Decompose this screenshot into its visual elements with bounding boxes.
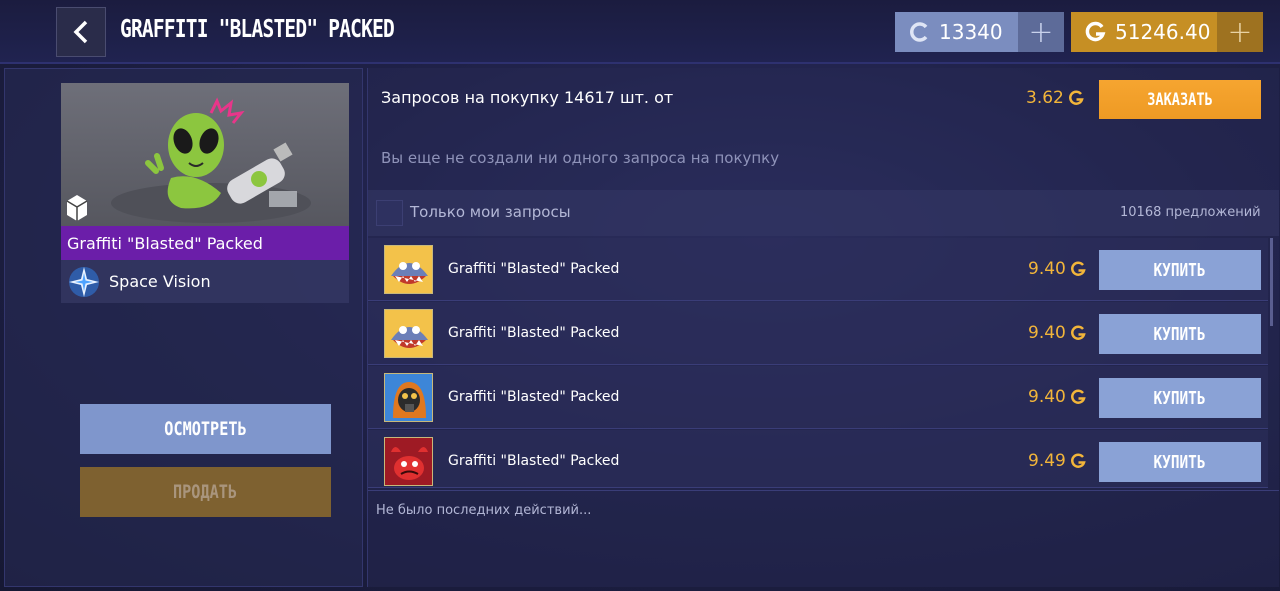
listings-scrollbar[interactable] — [1270, 238, 1273, 326]
gold-currency: 51246.40 + — [1071, 12, 1263, 52]
sell-button[interactable]: ПРОДАТЬ — [80, 467, 331, 517]
gold-coin-icon — [1070, 261, 1086, 276]
buy-button[interactable]: КУПИТЬ — [1099, 442, 1261, 482]
red-crab-icon — [385, 438, 432, 485]
recent-activity: Не было последних действий... — [376, 503, 592, 518]
space-vision-star-icon — [69, 266, 99, 297]
shark-monster-icon — [385, 310, 432, 357]
buy-orders-summary: Запросов на покупку 14617 шт. от — [381, 88, 674, 107]
silver-currency: 13340 + — [895, 12, 1064, 52]
lowest-order-price: 3.62 — [1026, 88, 1084, 108]
silver-balance: 13340 — [939, 20, 1003, 44]
gold-coin-icon — [1070, 389, 1086, 404]
listing-row: Graffiti "Blasted" Packed 9.40 КУПИТЬ — [368, 366, 1268, 429]
divider — [368, 490, 1279, 491]
add-silver-button[interactable]: + — [1018, 12, 1064, 52]
only-my-orders-label: Только мои запросы — [410, 203, 571, 221]
item-card: Graffiti "Blasted" Packed Space Vision — [61, 83, 349, 303]
listing-row: Graffiti "Blasted" Packed 9.40 КУПИТЬ — [368, 238, 1268, 301]
place-order-button[interactable]: ЗАКАЗАТЬ — [1099, 80, 1261, 119]
chevron-left-icon — [73, 20, 88, 44]
listing-row: Graffiti "Blasted" Packed 9.49 КУПИТЬ — [368, 430, 1268, 488]
add-gold-button[interactable]: + — [1217, 12, 1263, 52]
listing-row: Graffiti "Blasted" Packed 9.40 КУПИТЬ — [368, 302, 1268, 365]
collection-label: Space Vision — [61, 260, 349, 303]
buy-button[interactable]: КУПИТЬ — [1099, 250, 1261, 290]
page-title: GRAFFITI "BLASTED" PACKED — [120, 14, 395, 43]
no-orders-message: Вы еще не создали ни одного запроса на п… — [381, 149, 780, 167]
back-button[interactable] — [56, 7, 106, 57]
gold-coin-icon — [1070, 453, 1086, 468]
gasmask-hood-icon — [385, 374, 432, 421]
only-my-orders-checkbox[interactable] — [376, 200, 403, 226]
offers-count: 10168 предложений — [1120, 205, 1261, 220]
silver-coin-icon — [910, 22, 928, 42]
shark-monster-icon — [385, 246, 432, 293]
item-name: Graffiti "Blasted" Packed — [61, 226, 349, 260]
gold-coin-icon — [1068, 90, 1084, 105]
box-icon — [66, 195, 88, 221]
alien-graffiti-icon — [66, 97, 311, 223]
inspect-button[interactable]: ОСМОТРЕТЬ — [80, 404, 331, 454]
buy-button[interactable]: КУПИТЬ — [1099, 378, 1261, 418]
gold-coin-icon — [1070, 325, 1086, 340]
gold-coin-icon — [1085, 21, 1106, 42]
item-image — [61, 83, 349, 226]
gold-balance: 51246.40 — [1115, 20, 1211, 44]
buy-button[interactable]: КУПИТЬ — [1099, 314, 1261, 354]
